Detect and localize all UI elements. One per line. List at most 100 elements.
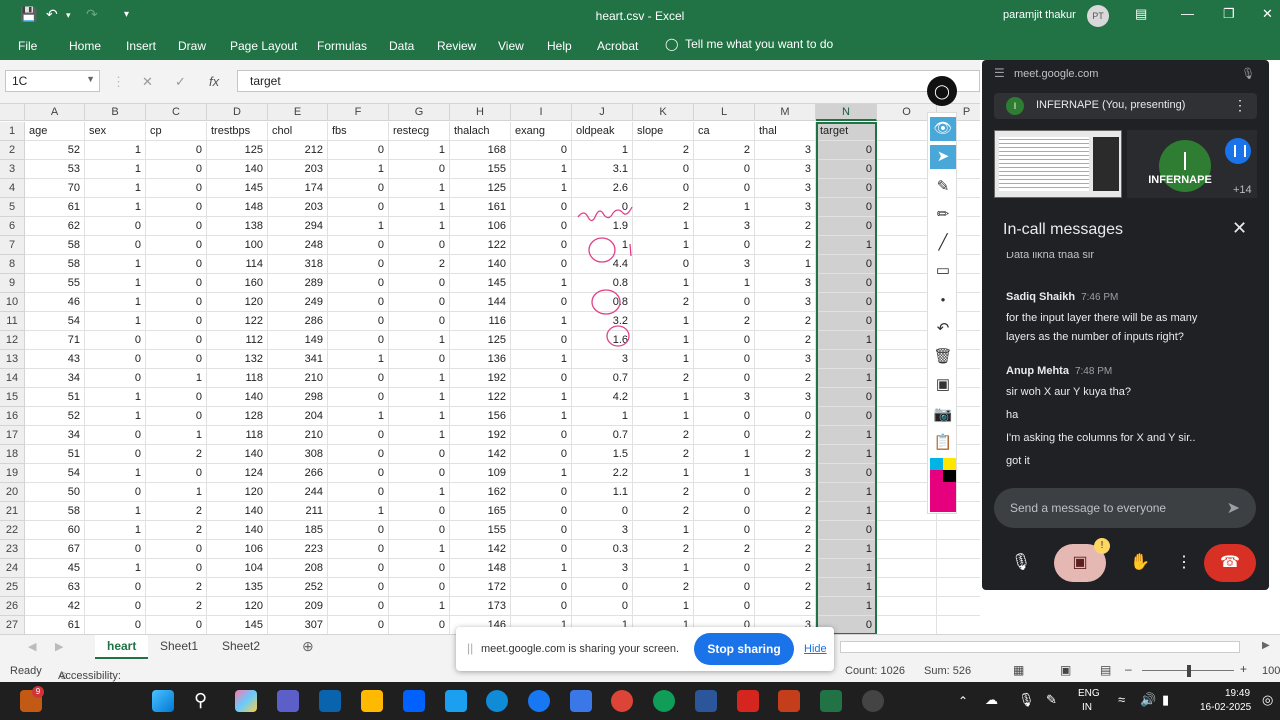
data-cell[interactable]: 140: [207, 388, 268, 407]
data-cell[interactable]: 34: [25, 426, 85, 445]
column-header-h[interactable]: H: [450, 104, 511, 121]
data-cell[interactable]: 0: [816, 141, 877, 160]
data-cell[interactable]: 42: [25, 597, 85, 616]
data-cell[interactable]: 145: [450, 274, 511, 293]
data-cell[interactable]: 0: [511, 597, 572, 616]
outlook-icon[interactable]: [319, 690, 341, 712]
row-header[interactable]: 2: [0, 141, 25, 160]
header-cell[interactable]: chol: [268, 122, 328, 141]
data-cell[interactable]: 0: [328, 179, 389, 198]
data-cell[interactable]: 212: [268, 141, 328, 160]
data-cell[interactable]: 0.7: [572, 426, 633, 445]
data-cell[interactable]: 1: [572, 141, 633, 160]
data-cell[interactable]: 0: [328, 331, 389, 350]
yellow-swatch[interactable]: [943, 458, 956, 470]
data-cell[interactable]: 4.4: [572, 255, 633, 274]
copilot-icon[interactable]: [235, 690, 257, 712]
row-header[interactable]: 19: [0, 464, 25, 483]
row-header[interactable]: 6: [0, 217, 25, 236]
data-cell[interactable]: 0: [816, 179, 877, 198]
region-code[interactable]: IN: [1082, 702, 1092, 713]
data-cell[interactable]: 0: [511, 369, 572, 388]
data-cell[interactable]: 223: [268, 540, 328, 559]
data-cell[interactable]: 120: [207, 293, 268, 312]
data-cell[interactable]: 1: [511, 559, 572, 578]
data-cell[interactable]: 0: [85, 236, 146, 255]
scroll-right-icon[interactable]: ▶: [1262, 640, 1270, 651]
data-cell[interactable]: 1: [633, 331, 694, 350]
data-cell[interactable]: 1: [389, 369, 450, 388]
trash-icon[interactable]: 🗑: [930, 345, 956, 369]
data-cell[interactable]: 1: [511, 274, 572, 293]
data-cell[interactable]: 0: [146, 198, 207, 217]
sheet-tab-sheet1[interactable]: Sheet1: [148, 635, 210, 659]
header-cell[interactable]: slope: [633, 122, 694, 141]
data-cell[interactable]: 1: [85, 559, 146, 578]
row-header[interactable]: 8: [0, 255, 25, 274]
tab-page-layout[interactable]: Page Layout: [230, 39, 297, 53]
data-cell[interactable]: 2: [633, 540, 694, 559]
powerpoint-icon[interactable]: [778, 690, 800, 712]
data-cell[interactable]: 0: [511, 521, 572, 540]
avatar[interactable]: PT: [1087, 5, 1109, 27]
data-cell[interactable]: 1: [511, 312, 572, 331]
dropbox-icon[interactable]: [403, 690, 425, 712]
data-cell[interactable]: 3: [755, 293, 816, 312]
facebook-icon[interactable]: [528, 690, 550, 712]
volume-icon[interactable]: 🔊: [1140, 692, 1156, 708]
zoom-out-icon[interactable]: –: [1125, 662, 1132, 676]
data-cell[interactable]: 71: [25, 331, 85, 350]
data-cell[interactable]: 1: [511, 160, 572, 179]
data-cell[interactable]: 2: [633, 369, 694, 388]
data-cell[interactable]: 122: [450, 388, 511, 407]
data-cell[interactable]: 106: [207, 540, 268, 559]
data-cell[interactable]: 172: [450, 578, 511, 597]
empty-cell[interactable]: [877, 578, 937, 597]
data-cell[interactable]: 140: [207, 160, 268, 179]
chevron-down-icon[interactable]: ▼: [86, 74, 95, 84]
data-cell[interactable]: 0: [511, 483, 572, 502]
data-cell[interactable]: 3: [572, 559, 633, 578]
data-cell[interactable]: 3: [755, 141, 816, 160]
data-cell[interactable]: 54: [25, 312, 85, 331]
data-cell[interactable]: 2: [633, 293, 694, 312]
data-cell[interactable]: 140: [207, 502, 268, 521]
data-cell[interactable]: 1: [328, 350, 389, 369]
close-icon[interactable]: ✕: [1232, 218, 1247, 239]
data-cell[interactable]: 2: [755, 331, 816, 350]
data-cell[interactable]: 0: [328, 198, 389, 217]
data-cell[interactable]: 0: [694, 521, 755, 540]
data-cell[interactable]: 341: [268, 350, 328, 369]
header-cell[interactable]: ca: [694, 122, 755, 141]
maximize-icon[interactable]: ❐: [1223, 6, 1235, 22]
data-cell[interactable]: 0: [816, 388, 877, 407]
data-cell[interactable]: 1: [755, 255, 816, 274]
data-cell[interactable]: 1: [85, 407, 146, 426]
data-cell[interactable]: 0: [694, 160, 755, 179]
data-cell[interactable]: 298: [268, 388, 328, 407]
data-cell[interactable]: 1: [816, 369, 877, 388]
data-cell[interactable]: 2: [633, 483, 694, 502]
data-cell[interactable]: 0: [85, 483, 146, 502]
data-cell[interactable]: 128: [207, 407, 268, 426]
header-cell[interactable]: exang: [511, 122, 572, 141]
cursor-icon[interactable]: ➤: [930, 145, 956, 169]
empty-cell[interactable]: [877, 597, 937, 616]
data-cell[interactable]: 3: [755, 274, 816, 293]
row-header[interactable]: 23: [0, 540, 25, 559]
data-cell[interactable]: 0: [146, 559, 207, 578]
data-cell[interactable]: 67: [25, 540, 85, 559]
data-cell[interactable]: 0: [389, 160, 450, 179]
data-cell[interactable]: 3: [755, 350, 816, 369]
data-cell[interactable]: 3: [755, 160, 816, 179]
data-cell[interactable]: 0: [511, 578, 572, 597]
header-cell[interactable]: cp: [146, 122, 207, 141]
data-cell[interactable]: 0: [146, 179, 207, 198]
data-cell[interactable]: 0: [816, 198, 877, 217]
data-cell[interactable]: 0: [816, 350, 877, 369]
data-cell[interactable]: 1: [694, 464, 755, 483]
row-header[interactable]: 18: [0, 445, 25, 464]
row-header[interactable]: 24: [0, 559, 25, 578]
page-break-view-icon[interactable]: ▤: [1100, 663, 1111, 677]
board-icon[interactable]: ▣: [930, 373, 956, 397]
